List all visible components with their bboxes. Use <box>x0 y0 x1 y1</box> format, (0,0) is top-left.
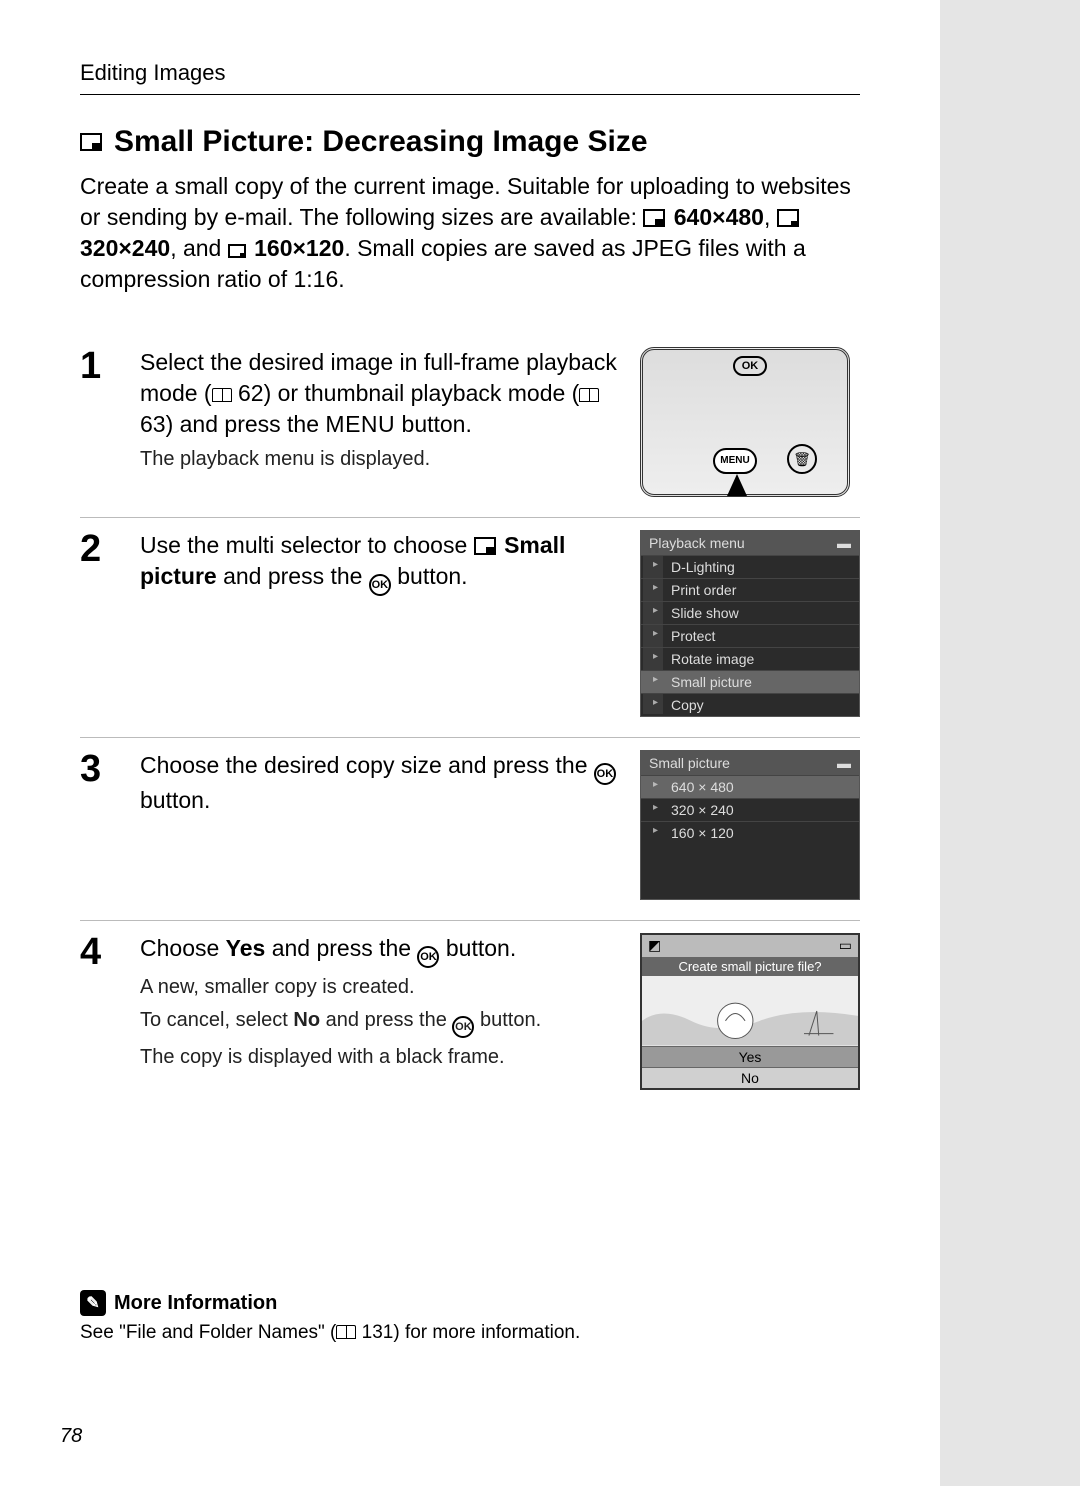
menu-item-selected: Small picture <box>641 670 859 693</box>
section-header: Editing Images <box>80 60 860 86</box>
step-2-number: 2 <box>80 530 120 717</box>
step-1-ref2: 63 <box>140 411 166 437</box>
size-640: 640×480 <box>674 204 764 230</box>
step-1-text2: ) or thumbnail playback mode ( <box>264 380 580 406</box>
step-2-text3: button. <box>391 563 468 589</box>
step-3-number: 3 <box>80 750 120 900</box>
menu-item: Print order <box>641 578 859 601</box>
page: Editing Images Small Picture: Decreasing… <box>0 0 940 1486</box>
more-info-ref: 131 <box>362 1322 394 1343</box>
confirm-yes: Yes <box>642 1046 858 1067</box>
size-option: 160 × 120 <box>641 821 859 844</box>
info-icon: ✎ <box>80 1290 106 1316</box>
step-3: 3 Choose the desired copy size and press… <box>80 738 860 921</box>
step-3-text2: button. <box>140 787 210 813</box>
menu-item: Slide show <box>641 601 859 624</box>
step-4-sub2b: No <box>293 1009 320 1031</box>
step-3-text: Choose the desired copy size and press t… <box>140 752 594 778</box>
step-1-sub: The playback menu is displayed. <box>140 446 620 473</box>
ok-icon: OK <box>594 763 616 785</box>
step-4-text2: and press the <box>265 935 417 961</box>
size-option: 320 × 240 <box>641 798 859 821</box>
camera-ok-button: OK <box>733 356 767 376</box>
step-4-sub2a: To cancel, select <box>140 1009 293 1031</box>
small-picture-icon <box>474 537 496 555</box>
book-icon <box>579 388 599 402</box>
more-info-text2: ) for more information. <box>393 1322 580 1343</box>
step-4-sub3: The copy is displayed with a black frame… <box>140 1044 620 1071</box>
step-1-text3: ) and press the <box>166 411 326 437</box>
more-information: ✎ More Information See "File and Folder … <box>80 1290 860 1344</box>
playback-menu-screenshot: Playback menu ▬ D-Lighting Print order Sl… <box>640 530 860 717</box>
battery-icon: ▭ <box>839 937 852 955</box>
size-icon-160 <box>228 244 246 258</box>
camera-illustration: OK MENU 🗑 <box>640 347 850 497</box>
arrow-stem <box>732 490 742 496</box>
step-4-bold: Yes <box>226 935 266 961</box>
small-picture-icon <box>80 133 102 151</box>
size-icon-640 <box>643 209 665 227</box>
page-title: Small Picture: Decreasing Image Size <box>114 125 648 159</box>
step-4-sub2d: button. <box>474 1009 541 1031</box>
step-4: 4 Choose Yes and press the OK button. A … <box>80 921 860 1110</box>
book-icon <box>336 1325 356 1339</box>
book-icon <box>212 388 232 402</box>
size-menu-screenshot: Small picture ▬ 640 × 480 320 × 240 160 ×… <box>640 750 860 900</box>
camera-menu-button: MENU <box>713 448 757 474</box>
intro-text-2: , and <box>170 235 228 261</box>
step-1: 1 Select the desired image in full-frame… <box>80 335 860 518</box>
camera-trash-button: 🗑 <box>787 444 817 474</box>
step-4-number: 4 <box>80 933 120 1090</box>
step-2: 2 Use the multi selector to choose Small… <box>80 518 860 738</box>
playback-menu-title: Playback menu <box>649 535 745 551</box>
confirm-dialog-screenshot: ◩ ▭ Create small picture file? Yes No <box>640 933 860 1090</box>
battery-icon: ▬ <box>837 755 851 771</box>
size-320: 320×240 <box>80 235 170 261</box>
step-4-sub2c: and press the <box>320 1009 452 1031</box>
more-info-heading: More Information <box>114 1292 277 1315</box>
ok-icon: OK <box>452 1016 474 1038</box>
step-4-sub1: A new, smaller copy is created. <box>140 974 620 1001</box>
battery-icon: ▬ <box>837 535 851 551</box>
size-160: 160×120 <box>254 235 344 261</box>
menu-item: Protect <box>641 624 859 647</box>
more-info-text1: See "File and Folder Names" ( <box>80 1322 336 1343</box>
menu-button-word: MENU <box>325 411 395 437</box>
step-1-ref1: 62 <box>238 380 264 406</box>
step-4-text: Choose <box>140 935 226 961</box>
step-1-number: 1 <box>80 347 120 497</box>
step-1-text4: button. <box>395 411 472 437</box>
sample-image <box>642 976 858 1046</box>
confirm-question: Create small picture file? <box>642 957 858 976</box>
size-icon-320 <box>777 209 799 227</box>
menu-item: D-Lighting <box>641 555 859 578</box>
size-menu-title: Small picture <box>649 755 730 771</box>
step-2-text: Use the multi selector to choose <box>140 532 474 558</box>
intro-paragraph: Create a small copy of the current image… <box>80 171 860 295</box>
step-2-text2: and press the <box>217 563 369 589</box>
menu-item: Rotate image <box>641 647 859 670</box>
header-rule <box>80 94 860 95</box>
menu-item: Copy <box>641 693 859 716</box>
retouch-icon: ◩ <box>648 937 661 955</box>
ok-icon: OK <box>369 574 391 596</box>
ok-icon: OK <box>417 946 439 968</box>
page-number: 78 <box>60 1425 82 1448</box>
confirm-no: No <box>642 1067 858 1088</box>
size-option-selected: 640 × 480 <box>641 775 859 798</box>
step-4-text3: button. <box>439 935 516 961</box>
